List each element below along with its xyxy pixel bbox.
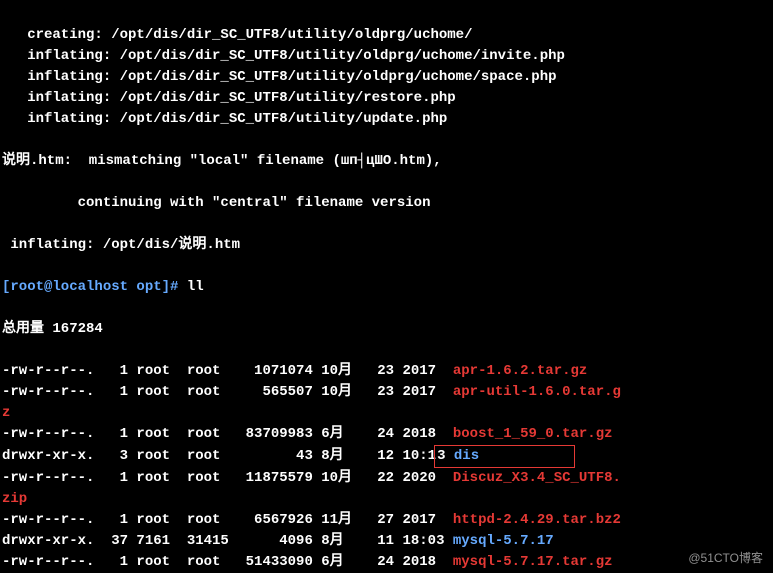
- prompt-userhost: [root@localhost opt]: [2, 279, 170, 295]
- watermark: @51CTO博客: [688, 549, 763, 567]
- list-item: -rw-r--r--. 1 root root 11875579 10月 22 …: [2, 468, 771, 489]
- prompt-command: [178, 279, 186, 295]
- list-item: -rw-r--r--. 1 root root 6567926 11月 27 2…: [2, 510, 771, 531]
- output-line: inflating: /opt/dis/dir_SC_UTF8/utility/…: [2, 67, 771, 88]
- terminal-output[interactable]: creating: /opt/dis/dir_SC_UTF8/utility/o…: [0, 0, 773, 573]
- prompt-line[interactable]: [root@localhost opt]# ll: [2, 277, 771, 298]
- inflate-line: inflating: /opt/dis/说明.htm: [2, 235, 771, 256]
- filename: apr-1.6.2.tar.gz: [453, 363, 587, 379]
- filename: Discuz_X3.4_SC_UTF8.: [453, 470, 621, 486]
- list-item: -rw-r--r--. 1 root root 565507 10月 23 20…: [2, 382, 771, 403]
- filename: apr-util-1.6.0.tar.g: [453, 384, 621, 400]
- row-meta: -rw-r--r--. 1 root root 6567926 11月 27 2…: [2, 512, 453, 528]
- row-meta: -rw-r--r--. 1 root root 51433090 6月 24 2…: [2, 554, 453, 570]
- filename: mysql-5.7.17: [453, 533, 554, 549]
- row-meta: -rw-r--r--. 1 root root 565507 10月 23 20…: [2, 384, 453, 400]
- row-meta: drwxr-xr-x. 37 7161 31415 4096 8月 11 18:…: [2, 533, 453, 549]
- output-line: creating: /opt/dis/dir_SC_UTF8/utility/o…: [2, 25, 771, 46]
- row-meta: -rw-r--r--. 1 root root 83709983 6月 24 2…: [2, 426, 453, 442]
- list-item: -rw-r--r--. 1 root root 51433090 6月 24 2…: [2, 552, 771, 573]
- filename-wrap: z: [2, 403, 771, 424]
- output-line: inflating: /opt/dis/dir_SC_UTF8/utility/…: [2, 109, 771, 130]
- highlight-box: 3 dis: [434, 445, 574, 468]
- total-line: 总用量 167284: [2, 319, 771, 340]
- warning-line: 说明.htm: mismatching "local" filename (шп…: [2, 151, 771, 172]
- prompt-command-text: ll: [187, 279, 204, 295]
- list-item: -rw-r--r--. 1 root root 83709983 6月 24 2…: [2, 424, 771, 445]
- filename: boost_1_59_0.tar.gz: [453, 426, 613, 442]
- list-item: drwxr-xr-x. 3 root root 43 8月 12 10:13 d…: [2, 445, 771, 468]
- filename: httpd-2.4.29.tar.bz2: [453, 512, 621, 528]
- filename-wrap: zip: [2, 489, 771, 510]
- filename: mysql-5.7.17.tar.gz: [453, 554, 613, 570]
- warning-line: continuing with "central" filename versi…: [2, 193, 771, 214]
- output-line: inflating: /opt/dis/dir_SC_UTF8/utility/…: [2, 46, 771, 67]
- list-item: -rw-r--r--. 1 root root 1071074 10月 23 2…: [2, 361, 771, 382]
- list-item: drwxr-xr-x. 37 7161 31415 4096 8月 11 18:…: [2, 531, 771, 552]
- row-meta: -rw-r--r--. 1 root root 11875579 10月 22 …: [2, 470, 453, 486]
- row-meta: drwxr-xr-x. 3 root root 43 8月 12 10:1: [2, 448, 436, 464]
- output-line: inflating: /opt/dis/dir_SC_UTF8/utility/…: [2, 88, 771, 109]
- row-meta: -rw-r--r--. 1 root root 1071074 10月 23 2…: [2, 363, 453, 379]
- filename: dis: [454, 448, 479, 464]
